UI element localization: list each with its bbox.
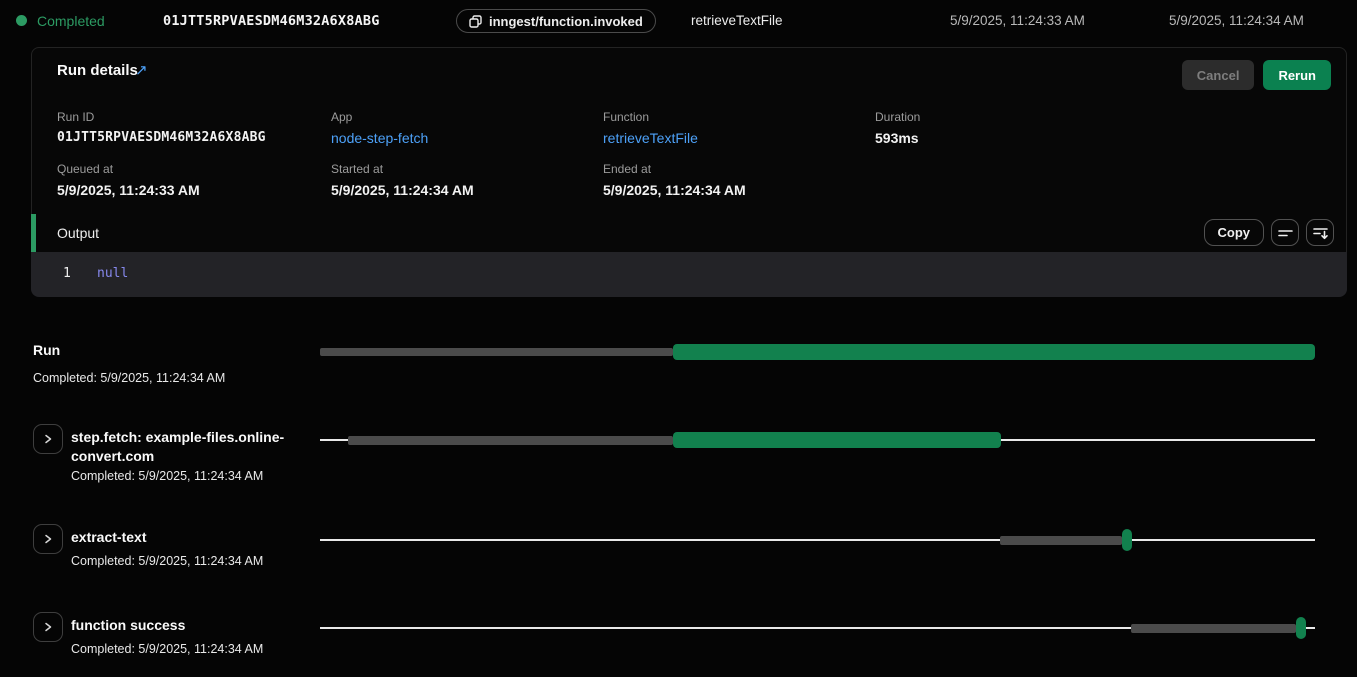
expand-step-button[interactable] bbox=[33, 524, 63, 554]
timeline-row-step-fetch: step.fetch: example-files.online-convert… bbox=[0, 424, 1357, 504]
output-title: Output bbox=[57, 225, 99, 241]
timeline-row-completed: Completed: 5/9/2025, 11:24:34 AM bbox=[71, 554, 301, 568]
field-run-id: Run ID 01JTT5RPVAESDM46M32A6X8ABG bbox=[57, 110, 319, 145]
timeline-row-label: Run bbox=[33, 341, 313, 360]
copy-output-button[interactable]: Copy bbox=[1204, 219, 1265, 246]
rerun-button[interactable]: Rerun bbox=[1263, 60, 1331, 90]
field-label: App bbox=[331, 110, 593, 124]
function-link[interactable]: retrieveTextFile bbox=[603, 130, 865, 146]
field-queued-at: Queued at 5/9/2025, 11:24:33 AM bbox=[57, 162, 319, 198]
external-link-icon[interactable]: ↗ bbox=[135, 61, 148, 79]
field-duration: Duration 593ms bbox=[875, 110, 1137, 146]
run-summary-bar: Completed 01JTT5RPVAESDM46M32A6X8ABG inn… bbox=[0, 0, 1357, 42]
timeline-row-completed: Completed: 5/9/2025, 11:24:34 AM bbox=[71, 469, 301, 483]
timeline-row-label: function success bbox=[71, 616, 301, 635]
timeline-track bbox=[320, 524, 1315, 556]
event-badge[interactable]: inngest/function.invoked bbox=[456, 9, 656, 33]
field-ended-at: Ended at 5/9/2025, 11:24:34 AM bbox=[603, 162, 865, 198]
field-value: 5/9/2025, 11:24:33 AM bbox=[57, 182, 319, 198]
timeline-row-label: step.fetch: example-files.online-convert… bbox=[71, 428, 301, 466]
chevron-right-icon bbox=[42, 533, 54, 545]
field-label: Duration bbox=[875, 110, 1137, 124]
timeline-row-text: step.fetch: example-files.online-convert… bbox=[71, 428, 301, 483]
timeline-track bbox=[320, 336, 1315, 368]
run-detail-page: Completed 01JTT5RPVAESDM46M32A6X8ABG inn… bbox=[0, 0, 1357, 677]
field-started-at: Started at 5/9/2025, 11:24:34 AM bbox=[331, 162, 593, 198]
expand-step-button[interactable] bbox=[33, 424, 63, 454]
run-details-panel: Run details ↗ Cancel Rerun Run ID 01JTT5… bbox=[31, 47, 1347, 296]
field-label: Ended at bbox=[603, 162, 865, 176]
run-segment[interactable] bbox=[673, 432, 1000, 448]
queue-segment[interactable] bbox=[1000, 536, 1122, 545]
started-at-time: 5/9/2025, 11:24:34 AM bbox=[1169, 13, 1304, 28]
timeline-row-label: extract-text bbox=[71, 528, 301, 547]
field-app: App node-step-fetch bbox=[331, 110, 593, 146]
panel-title: Run details bbox=[57, 62, 138, 79]
field-label: Function bbox=[603, 110, 865, 124]
run-segment[interactable] bbox=[1296, 617, 1306, 639]
cancel-button[interactable]: Cancel bbox=[1182, 60, 1255, 90]
wrap-lines-icon bbox=[1278, 226, 1293, 240]
copy-icon bbox=[469, 15, 482, 28]
code-line-content: null bbox=[97, 266, 128, 281]
timeline-row-run: Run Completed: 5/9/2025, 11:24:34 AM bbox=[0, 336, 1357, 416]
timeline-row-function-success: function success Completed: 5/9/2025, 11… bbox=[0, 612, 1357, 677]
track-baseline bbox=[320, 539, 1315, 541]
status-dot bbox=[16, 15, 27, 26]
app-link[interactable]: node-step-fetch bbox=[331, 130, 593, 146]
timeline-row-text: function success Completed: 5/9/2025, 11… bbox=[71, 616, 301, 656]
output-section: Output Copy bbox=[32, 214, 1346, 296]
field-value: 593ms bbox=[875, 130, 1137, 146]
timeline-row-extract-text: extract-text Completed: 5/9/2025, 11:24:… bbox=[0, 524, 1357, 604]
field-value: 5/9/2025, 11:24:34 AM bbox=[603, 182, 865, 198]
field-function: Function retrieveTextFile bbox=[603, 110, 865, 146]
queue-segment[interactable] bbox=[320, 348, 673, 356]
output-actions: Copy bbox=[1204, 219, 1335, 246]
scroll-to-bottom-button[interactable] bbox=[1306, 219, 1334, 246]
queued-at-time: 5/9/2025, 11:24:33 AM bbox=[950, 13, 1085, 28]
queue-segment[interactable] bbox=[348, 436, 673, 445]
field-label: Started at bbox=[331, 162, 593, 176]
timeline-row-text: Run Completed: 5/9/2025, 11:24:34 AM bbox=[33, 341, 313, 385]
output-code-block: 1 null bbox=[31, 252, 1347, 297]
panel-actions: Cancel Rerun bbox=[1182, 60, 1331, 90]
run-status: Completed bbox=[37, 13, 105, 29]
timeline-row-completed: Completed: 5/9/2025, 11:24:34 AM bbox=[33, 371, 313, 385]
field-value: 01JTT5RPVAESDM46M32A6X8ABG bbox=[57, 130, 319, 145]
timeline-row-completed: Completed: 5/9/2025, 11:24:34 AM bbox=[71, 642, 301, 656]
run-segment[interactable] bbox=[673, 344, 1315, 360]
timeline-row-text: extract-text Completed: 5/9/2025, 11:24:… bbox=[71, 528, 301, 568]
run-segment[interactable] bbox=[1122, 529, 1132, 551]
chevron-right-icon bbox=[42, 433, 54, 445]
function-name: retrieveTextFile bbox=[691, 13, 783, 28]
queue-segment[interactable] bbox=[1131, 624, 1296, 633]
timeline-track bbox=[320, 612, 1315, 644]
code-line-number: 1 bbox=[63, 266, 71, 281]
chevron-right-icon bbox=[42, 621, 54, 633]
expand-step-button[interactable] bbox=[33, 612, 63, 642]
scroll-to-bottom-icon bbox=[1313, 225, 1328, 240]
field-label: Queued at bbox=[57, 162, 319, 176]
run-id: 01JTT5RPVAESDM46M32A6X8ABG bbox=[163, 13, 380, 29]
timeline-track bbox=[320, 424, 1315, 456]
field-label: Run ID bbox=[57, 110, 319, 124]
event-badge-label: inngest/function.invoked bbox=[489, 14, 643, 29]
field-value: 5/9/2025, 11:24:34 AM bbox=[331, 182, 593, 198]
output-accent-bar bbox=[31, 214, 36, 252]
wrap-lines-button[interactable] bbox=[1271, 219, 1299, 246]
